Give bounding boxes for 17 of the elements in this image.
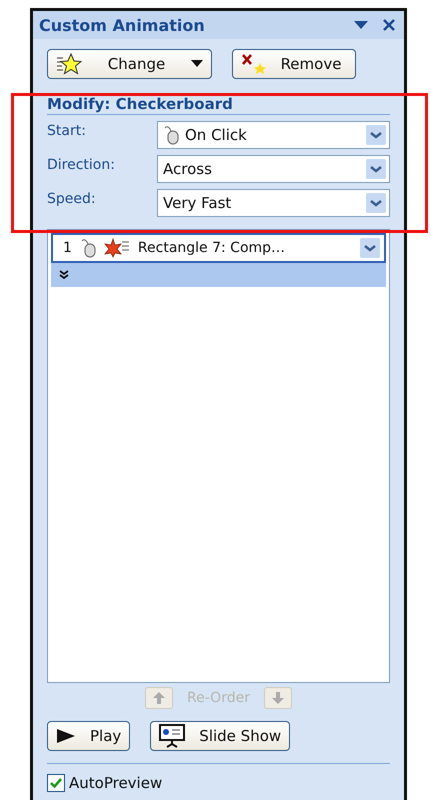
- item-number: 1: [63, 240, 72, 256]
- pane-title: Custom Animation: [39, 16, 206, 34]
- field-label: Direction:: [47, 156, 116, 173]
- change-button[interactable]: Change: [47, 49, 212, 79]
- section-heading: Modify: Checkerboard: [47, 95, 390, 115]
- field-label: Start:: [47, 122, 87, 139]
- animation-list-item[interactable]: 1 Rectangle 7: Comp…: [51, 233, 386, 263]
- play-button[interactable]: Play: [47, 721, 130, 751]
- dropdown-field[interactable]: On Click: [157, 121, 390, 149]
- remove-button[interactable]: Remove: [232, 49, 356, 79]
- slide-show-button[interactable]: Slide Show: [150, 721, 290, 751]
- reorder-label: Re-Order: [187, 690, 250, 706]
- field-label: Speed:: [47, 190, 97, 207]
- dropdown-field[interactable]: Very Fast: [157, 189, 390, 217]
- item-name: Rectangle 7: Comp…: [138, 240, 286, 256]
- autopreview-checkbox[interactable]: AutoPreview: [33, 764, 404, 792]
- dropdown-field[interactable]: Across: [157, 155, 390, 183]
